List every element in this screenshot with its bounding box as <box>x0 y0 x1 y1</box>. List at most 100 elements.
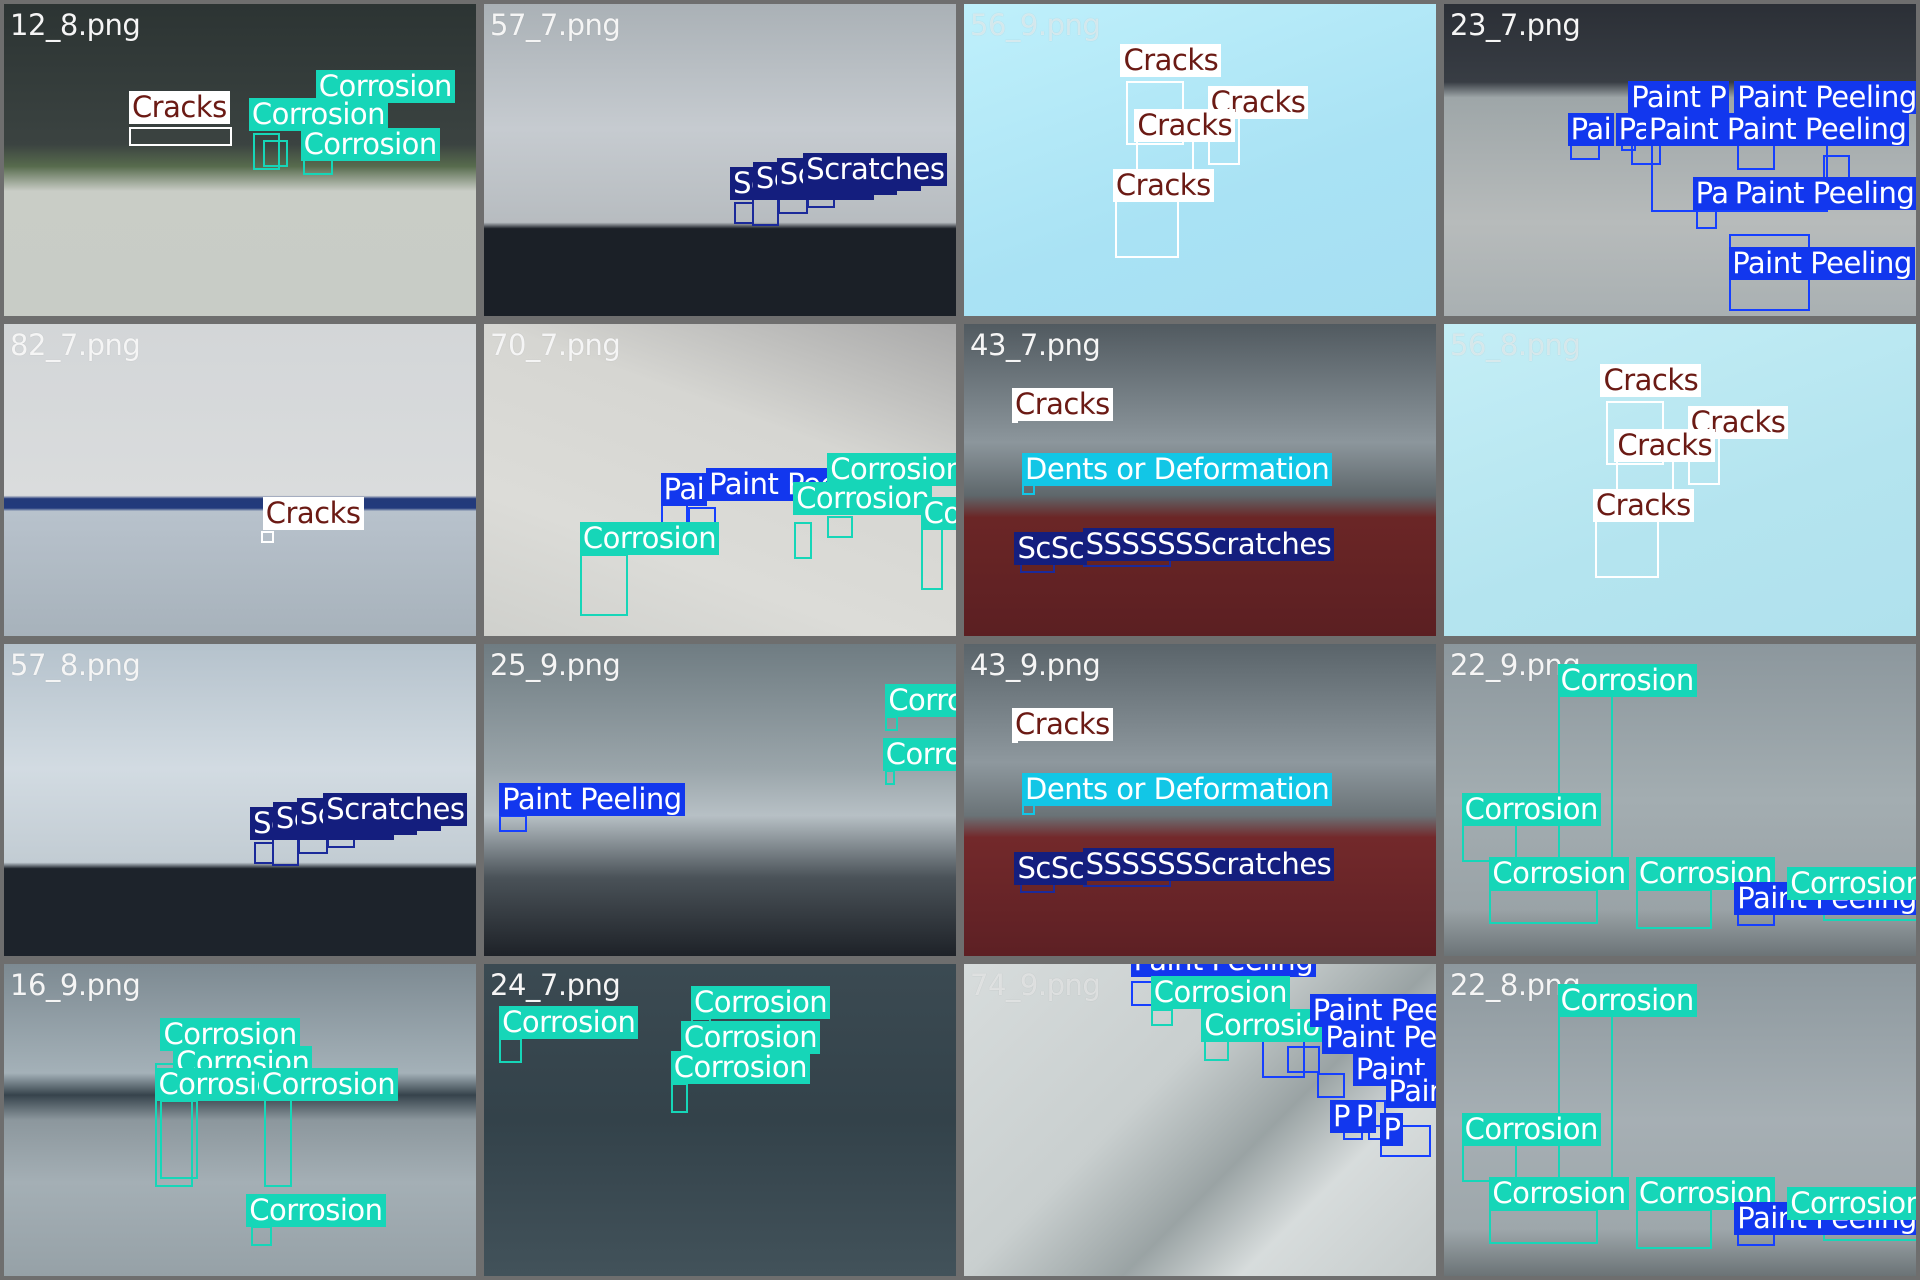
detection-box <box>1203 1038 1230 1061</box>
detection-box <box>670 1082 689 1113</box>
tile-filename: 74_9.png <box>970 968 1101 1002</box>
detection-box <box>263 1087 292 1187</box>
image-tile: 56_8.png Cracks Cracks Cracks Cracks <box>1444 324 1916 636</box>
image-tile: 74_9.pngPaint PeelingCorrosionCorrosionP… <box>964 964 1436 1276</box>
detection-label: Corrosion <box>1557 663 1697 697</box>
detection-label: Corrosion <box>300 127 440 161</box>
detection-label: Corrosion <box>258 1068 399 1101</box>
detection-label: Cracks <box>1600 363 1702 397</box>
detection-label: Cracks <box>1120 43 1222 77</box>
detection-box <box>1150 1008 1174 1026</box>
detection-box <box>827 515 853 539</box>
detection-label: Paint Peeling <box>1322 1020 1436 1054</box>
prediction-grid: 12_8.png Cracks Corrosion Corrosion Corrosio… <box>0 0 1920 1280</box>
tile-filename: 12_8.png <box>10 8 141 42</box>
tile-filename: 57_8.png <box>10 648 141 682</box>
detection-label: Corrosion <box>1461 792 1601 826</box>
tile-filename: 24_7.png <box>490 968 621 1002</box>
detection-label: ScSc <box>1014 852 1088 885</box>
detection-label: P <box>1329 1100 1353 1134</box>
detection-box <box>1557 693 1614 875</box>
detection-label: ScSc <box>1014 532 1088 565</box>
detection-label: Paint Peeling <box>499 782 685 816</box>
detection-label: Corrosion <box>920 497 956 531</box>
tile-filename: 56_8.png <box>1450 328 1581 362</box>
detection-label: Pai <box>1567 112 1615 146</box>
detection-label: SSSSSSScratches <box>1082 528 1335 562</box>
image-tile: 24_7.png Corrosion Corrosion Corrosion Corro… <box>484 964 956 1276</box>
detection-box <box>499 814 527 833</box>
detection-label: P <box>1380 1112 1404 1146</box>
image-tile: 23_7.png Paint P Paint Peeling Pai Pa Paint P… <box>1444 4 1916 316</box>
tile-filename: 70_7.png <box>490 328 621 362</box>
detection-box <box>794 522 813 560</box>
detection-box <box>262 140 288 168</box>
image-tile: 56_9.png Cracks Cracks Cracks Cracks <box>964 4 1436 316</box>
tile-filename: 43_7.png <box>970 328 1101 362</box>
detection-label: Cracks <box>1134 109 1236 143</box>
detection-label: Cracks <box>1112 168 1214 202</box>
detection-label: Paint Peeling <box>1385 1075 1436 1109</box>
tile-filename: 82_7.png <box>10 328 141 362</box>
detection-label: Corrosion <box>680 1020 821 1054</box>
detection-label: Corrosion <box>670 1050 810 1084</box>
detection-label: Pai <box>660 472 708 506</box>
detection-label: Paint P <box>1628 80 1730 114</box>
detection-label: Cracks <box>128 90 230 124</box>
detection-box <box>128 126 233 147</box>
image-tile: 43_7.png Cracks Dents or Deformation ScSc SS… <box>964 324 1436 636</box>
image-tile: 12_8.png Cracks Corrosion Corrosion Corrosio… <box>4 4 476 316</box>
detection-label: Pa <box>1692 177 1732 211</box>
detection-label: Paint Paint Peeling <box>1645 112 1910 146</box>
tile-filename: 43_9.png <box>970 648 1101 682</box>
tile-filename: 25_9.png <box>490 648 621 682</box>
detection-box <box>1287 1045 1320 1073</box>
image-tile: 16_9.png Corrosion Corrosion Corrosion Corro… <box>4 964 476 1276</box>
tile-filename: 16_9.png <box>10 968 141 1002</box>
detection-box <box>579 554 628 617</box>
tile-filename: 57_7.png <box>490 8 621 42</box>
detection-label: Scratches <box>803 152 948 186</box>
detection-label: Corrosion <box>499 1006 639 1040</box>
detection-label: Corrosion <box>882 738 956 772</box>
detection-label: Corrosion <box>793 482 933 516</box>
detection-label: Cracks <box>1592 488 1694 522</box>
image-tile: 57_8.pngScratchesScratchesScratchesScrat… <box>4 644 476 956</box>
detection-label: Paint Peeling <box>1729 246 1915 280</box>
detection-label: Scratches <box>323 792 468 826</box>
detection-box <box>251 1226 272 1247</box>
detection-label: Cracks <box>1011 708 1113 742</box>
detection-box <box>1489 889 1598 924</box>
detection-label: Corrosion <box>246 1194 386 1228</box>
image-tile: 22_9.png Corrosion Corrosion Corrosion Corro… <box>1444 644 1916 956</box>
detection-box <box>885 715 898 731</box>
detection-label: Cracks <box>1011 388 1113 422</box>
detection-box <box>160 1100 199 1180</box>
detection-label: Dents or Deformation <box>1022 772 1333 806</box>
image-tile: 82_7.png Cracks <box>4 324 476 636</box>
detection-box <box>885 770 896 786</box>
tile-filename: 56_9.png <box>970 8 1101 42</box>
detection-label: Corrosion <box>885 683 956 717</box>
detection-label: SSSSSSScratches <box>1082 848 1335 882</box>
detection-label: Corrosion <box>579 522 720 556</box>
detection-label: P <box>1352 1100 1376 1134</box>
detection-label: Cracks <box>262 497 364 531</box>
detection-box <box>1635 1209 1712 1249</box>
detection-box <box>1317 1072 1346 1098</box>
image-tile: 43_9.png Cracks Dents or Deformation ScSc SS… <box>964 644 1436 956</box>
detection-label: Corrosion <box>1787 866 1916 900</box>
detection-box <box>1595 518 1659 578</box>
detection-label: Cracks <box>1614 429 1716 463</box>
detection-box <box>1115 198 1179 258</box>
detection-label: Paint Peeling <box>1731 177 1916 211</box>
detection-label: Corrosion <box>1489 1176 1629 1210</box>
detection-box <box>261 530 275 544</box>
tile-filename: 23_7.png <box>1450 8 1581 42</box>
detection-label: Corrosion <box>690 986 831 1020</box>
image-tile: 57_7.pngScratchesScratchesScratchesScrat… <box>484 4 956 316</box>
detection-label: Dents or Deformation <box>1022 452 1333 486</box>
detection-box <box>1557 1013 1614 1195</box>
detection-label: Corrosion <box>1557 983 1697 1017</box>
detection-box <box>1635 889 1712 929</box>
